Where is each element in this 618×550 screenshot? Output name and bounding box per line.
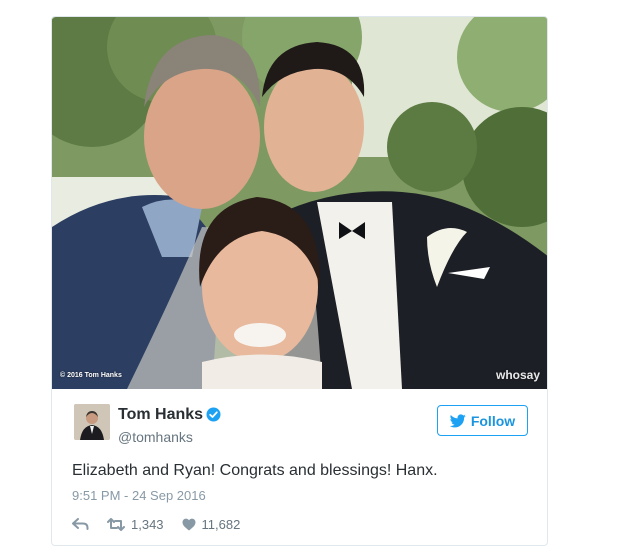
like-count: 11,682 <box>201 516 241 532</box>
tweet-actions: 1,343 11,682 <box>72 515 240 533</box>
whosay-watermark: whosay <box>495 368 540 382</box>
retweet-count: 1,343 <box>131 516 164 532</box>
reply-icon <box>72 518 89 530</box>
heart-icon <box>182 518 196 530</box>
tweet-timestamp[interactable]: 9:51 PM - 24 Sep 2016 <box>72 488 206 503</box>
follow-label: Follow <box>470 412 516 429</box>
tweet-photo[interactable]: © 2016 Tom Hanks whosay <box>52 17 547 389</box>
tweet-text: Elizabeth and Ryan! Congrats and blessin… <box>72 462 438 479</box>
avatar[interactable] <box>74 404 110 440</box>
follow-button[interactable]: Follow <box>437 405 528 436</box>
avatar-image <box>74 404 110 440</box>
twitter-bird-icon <box>449 413 466 427</box>
wedding-selfie-image <box>52 17 547 389</box>
retweet-icon <box>107 517 125 531</box>
verified-badge-icon <box>206 407 221 422</box>
retweet-button[interactable]: 1,343 <box>107 517 164 532</box>
tweet-author: Tom Hanks @tomhanks Follow <box>52 389 547 459</box>
tweet-card: © 2016 Tom Hanks whosay Tom Hanks @tomha… <box>51 16 548 546</box>
photo-copyright: © 2016 Tom Hanks <box>60 372 122 379</box>
reply-button[interactable] <box>72 518 89 530</box>
like-button[interactable]: 11,682 <box>182 516 241 532</box>
author-name[interactable]: Tom Hanks <box>118 406 203 424</box>
author-handle[interactable]: @tomhanks <box>118 429 193 445</box>
